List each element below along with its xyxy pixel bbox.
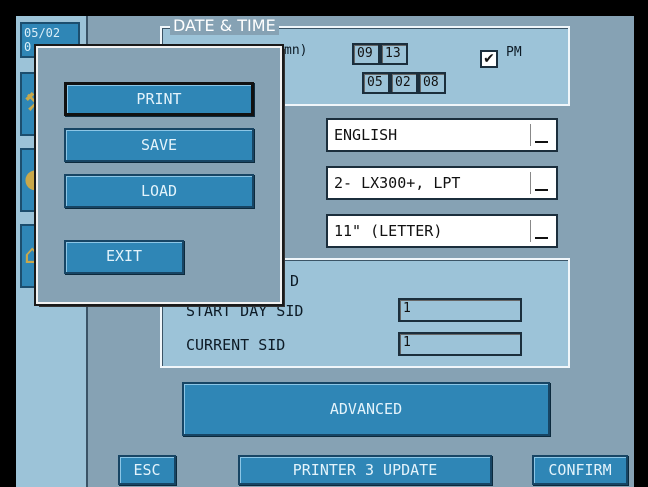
current-sid-label: CURRENT SID: [186, 336, 286, 354]
printer-dropdown[interactable]: 2- LX300+, LPT: [326, 166, 558, 200]
printer-value: 2- LX300+, LPT: [334, 174, 461, 192]
pm-checkbox[interactable]: ✔: [480, 50, 498, 68]
printer-update-button[interactable]: PRINTER 3 UPDATE: [238, 455, 492, 485]
month-field[interactable]: 05: [362, 72, 390, 94]
day-field[interactable]: 02: [390, 72, 418, 94]
print-button[interactable]: PRINT: [64, 82, 254, 116]
dropdown-arrow-icon[interactable]: [530, 124, 552, 146]
advanced-button[interactable]: ADVANCED: [182, 382, 550, 436]
current-sid-field[interactable]: 1: [398, 332, 522, 356]
start-day-sid-field[interactable]: 1: [398, 298, 522, 322]
dropdown-arrow-icon[interactable]: [530, 220, 552, 242]
sidebar-date-line1: 05/02: [24, 26, 61, 40]
paper-dropdown[interactable]: 11" (LETTER): [326, 214, 558, 248]
time-label: mn): [284, 43, 308, 58]
esc-button[interactable]: ESC: [118, 455, 176, 485]
screen: 05/02 0 ⚒ ● ⌂ DATE & TIME mn) 09 13 ✔ PM…: [0, 0, 648, 487]
paper-value: 11" (LETTER): [334, 222, 443, 240]
exit-button[interactable]: EXIT: [64, 240, 184, 274]
year-field[interactable]: 08: [418, 72, 446, 94]
minute-field[interactable]: 13: [380, 43, 408, 65]
save-button[interactable]: SAVE: [64, 128, 254, 162]
sid-title: D: [290, 272, 300, 290]
hour-field[interactable]: 09: [352, 43, 380, 65]
start-day-sid-label: START DAY SID: [186, 302, 304, 320]
check-icon: ✔: [483, 51, 495, 67]
confirm-button[interactable]: CONFIRM: [532, 455, 628, 485]
dropdown-arrow-icon[interactable]: [530, 172, 552, 194]
language-dropdown[interactable]: ENGLISH: [326, 118, 558, 152]
language-value: ENGLISH: [334, 126, 398, 144]
date-time-title: DATE & TIME: [170, 16, 279, 35]
pm-label: PM: [506, 45, 522, 60]
file-menu-popup: PRINT SAVE LOAD EXIT: [34, 44, 284, 306]
load-button[interactable]: LOAD: [64, 174, 254, 208]
